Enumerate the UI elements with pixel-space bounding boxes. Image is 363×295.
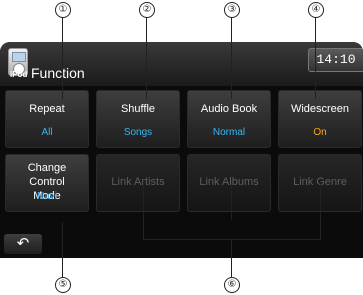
audio-book-button[interactable]: Audio Book Normal [187,90,271,148]
ipod-label: iPod [10,70,28,79]
change-control-mode-button[interactable]: Change Control Mode Navi [5,154,89,212]
change-control-mode-value: Navi [36,191,57,202]
back-button[interactable]: ↶ [4,234,42,254]
callout-6: ⑥ [224,277,240,293]
repeat-value: All [41,127,53,138]
callout-line-6-left [143,180,144,220]
link-albums-label: Link Albums [199,176,259,188]
page-title: Function [31,65,85,81]
link-artists-button[interactable]: Link Artists [96,154,180,212]
clock: 14:10 [308,48,363,72]
callout-5: ⑤ [55,277,71,293]
callout-line-2 [146,17,147,99]
header-bar: iPod Function 14:10 [0,42,363,86]
widescreen-value: On [313,127,327,138]
audio-book-label: Audio Book [200,103,258,115]
callout-line-5 [62,222,63,277]
callout-line-1 [62,17,63,99]
callout-4: ④ [308,2,324,18]
repeat-button[interactable]: Repeat All [5,90,89,148]
link-albums-button[interactable]: Link Albums [187,154,271,212]
callout-1: ① [55,2,71,18]
shuffle-button[interactable]: Shuffle Songs [96,90,180,148]
callout-bracket-6 [143,220,321,240]
return-arrow-icon: ↶ [16,235,30,252]
audio-book-value: Normal [212,127,246,138]
callout-line-3 [231,17,232,99]
callout-2: ② [139,2,155,18]
repeat-label: Repeat [29,103,65,115]
callout-3: ③ [224,2,240,18]
callout-line-4 [315,17,316,99]
callout-line-6 [231,240,232,277]
shuffle-value: Songs [123,127,153,138]
callout-line-6-right [320,180,321,220]
widescreen-label: Widescreen [290,103,350,115]
shuffle-label: Shuffle [120,103,156,115]
link-artists-label: Link Artists [111,176,165,188]
widescreen-button[interactable]: Widescreen On [278,90,362,148]
callout-line-6-mid [231,180,232,220]
